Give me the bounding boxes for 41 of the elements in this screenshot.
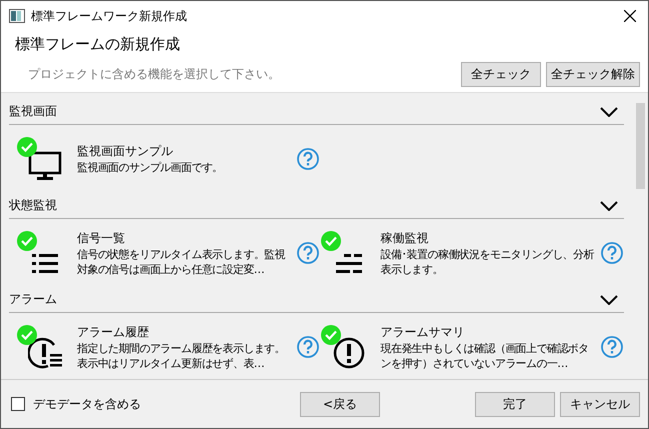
alarm-list-icon: [28, 337, 62, 369]
list-icon: [336, 253, 362, 275]
section-title: 監視画面: [9, 103, 58, 120]
feature-description: 監視画面のサンプル画面です。: [77, 160, 224, 175]
chevron-icon[interactable]: [600, 200, 618, 210]
feature-title: 監視画面サンプル: [77, 143, 174, 160]
page-title: 標準フレームの新規作成: [15, 35, 181, 54]
feature-title: アラームサマリ: [380, 324, 466, 340]
feature-description: 指定した期間のアラーム履歴を表示します。表示中はリアルタイム更新はせず、表…: [77, 340, 286, 370]
chevron-icon[interactable]: [600, 106, 618, 116]
check-icon[interactable]: [17, 137, 37, 157]
feature-title: 信号一覧: [77, 230, 126, 246]
close-icon[interactable]: [624, 10, 636, 22]
chevron-icon[interactable]: [600, 294, 618, 304]
feature-description: 信号の状態をリアルタイム表示します。監視対象の信号は画面上から任意に設定変…: [77, 246, 286, 276]
alert-icon: [332, 337, 364, 369]
check-icon[interactable]: [17, 231, 37, 251]
monitor-icon: [28, 151, 62, 181]
section-title: 状態監視: [9, 197, 58, 214]
help-icon[interactable]: [600, 242, 622, 264]
instruction-text: プロジェクトに含める機能を選択して下さい。: [27, 66, 281, 83]
feature-description: 設備･装置の稼働状況をモニタリングし、分析表示します。: [380, 246, 596, 276]
feature-description: 現在発生中もしくは確認（画面上で確認ボタンを押す）されていないアラームの一…: [380, 340, 590, 370]
back-button[interactable]: <戻る: [300, 392, 380, 416]
section-title: アラーム: [9, 291, 58, 308]
app-icon: [9, 9, 25, 23]
check-icon[interactable]: [320, 325, 340, 345]
help-icon[interactable]: [297, 242, 319, 264]
feature-title: 稼働監視: [380, 230, 430, 246]
check-icon[interactable]: [320, 231, 340, 251]
list-icon: [32, 253, 58, 275]
help-icon[interactable]: [297, 148, 319, 170]
check-all-button[interactable]: 全チェック: [461, 62, 541, 87]
finish-button[interactable]: 完了: [475, 392, 555, 416]
window-title: 標準フレームワーク新規作成: [31, 8, 188, 24]
help-icon[interactable]: [600, 336, 622, 358]
demo-data-checkbox[interactable]: デモデータを含める: [11, 396, 141, 412]
feature-title: アラーム履歴: [77, 324, 150, 340]
cancel-button[interactable]: キャンセル: [560, 392, 640, 416]
uncheck-all-button[interactable]: 全チェック解除: [546, 62, 640, 87]
check-icon[interactable]: [17, 325, 37, 345]
